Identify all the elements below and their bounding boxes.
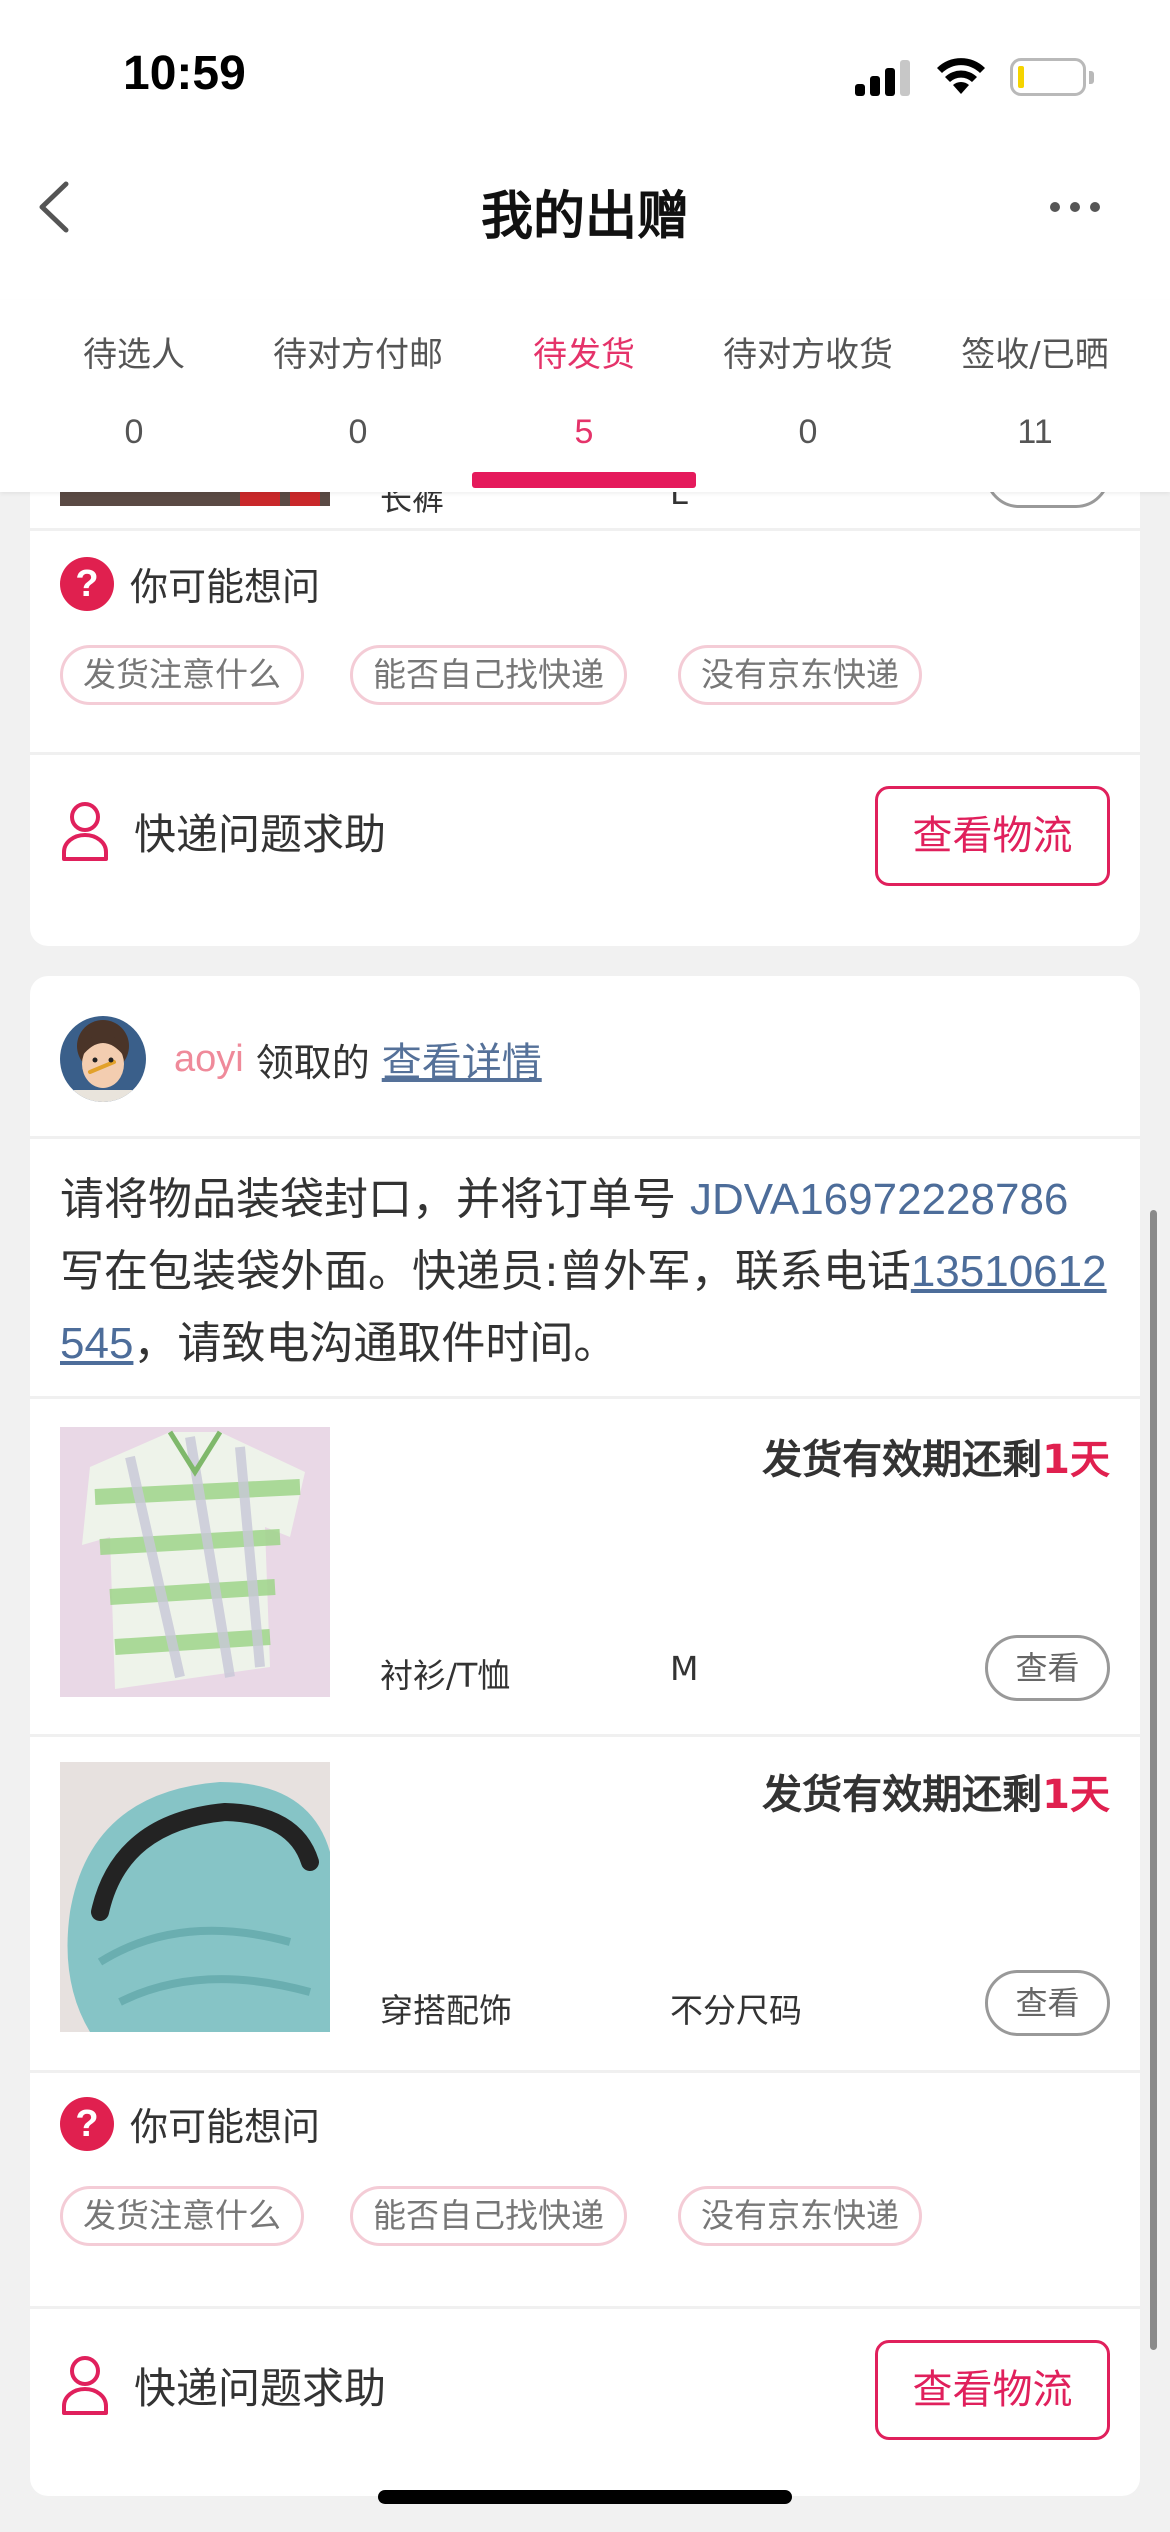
view-item-button[interactable]: 查看 <box>985 1635 1110 1701</box>
nav-bar: 我的出赠 <box>0 150 1170 300</box>
deadline-text: 发货有效期还剩 <box>762 1437 1043 1483</box>
tab-pending-receipt[interactable]: 待对方收货 0 <box>708 330 908 480</box>
item-thumbnail[interactable] <box>60 1762 330 2032</box>
deadline-days: 1天 <box>1042 1437 1110 1483</box>
tab-pending-shipment[interactable]: 待发货 5 <box>504 330 664 480</box>
tab-pending-select[interactable]: 待选人 0 <box>64 330 204 480</box>
item-size: L <box>670 492 688 512</box>
view-details-link[interactable]: 查看详情 <box>382 1030 542 1088</box>
shipping-deadline: 发货有效期还剩1天 <box>762 1762 1110 1820</box>
item-size: M <box>670 1649 699 1688</box>
divider <box>30 1136 1140 1139</box>
order-card: 长裤 L 查看 ? 你可能想问 发货注意什么 能否自己找快递 没有京东快递 快递… <box>30 492 1140 946</box>
tab-label: 待选人 <box>83 335 185 375</box>
faq-chip[interactable]: 没有京东快递 <box>678 2186 922 2246</box>
tab-count: 0 <box>124 413 144 451</box>
tab-label: 待对方付邮 <box>273 335 443 375</box>
item-size: 不分尺码 <box>670 1991 802 2030</box>
tab-label: 签收/已晒 <box>961 335 1109 375</box>
faq-chip[interactable]: 发货注意什么 <box>60 645 304 705</box>
tab-count: 11 <box>1017 413 1053 451</box>
person-icon <box>62 2356 108 2415</box>
faq-title: 你可能想问 <box>130 2105 321 2149</box>
faq-title: 你可能想问 <box>130 565 321 609</box>
page-title: 我的出赠 <box>480 187 689 247</box>
faq-chip[interactable]: 能否自己找快递 <box>350 2186 627 2246</box>
battery-icon <box>1010 58 1086 96</box>
view-logistics-button[interactable]: 查看物流 <box>875 786 1110 886</box>
recipient-username[interactable]: aoyi <box>174 1038 244 1081</box>
scrollbar[interactable] <box>1150 1210 1157 2350</box>
notice-text: 写在包装袋外面。快递员:曾外军，联系电话 <box>60 1246 911 1297</box>
tab-label: 待对方收货 <box>723 335 893 375</box>
item-thumbnail[interactable] <box>60 492 330 506</box>
order-number[interactable]: JDVA16972228786 <box>690 1175 1068 1224</box>
faq-header: ? 你可能想问 <box>60 556 320 611</box>
deadline-days: 1天 <box>1042 1772 1110 1818</box>
view-item-button[interactable]: 查看 <box>985 1970 1110 2036</box>
deadline-text: 发货有效期还剩 <box>762 1772 1043 1818</box>
avatar[interactable] <box>60 1016 146 1102</box>
view-item-button[interactable]: 查看 <box>985 492 1110 508</box>
status-tabs: 待选人 0 待对方付邮 0 待发货 5 待对方收货 0 签收/已晒 11 <box>0 300 1170 492</box>
shipping-deadline: 发货有效期还剩1天 <box>762 1427 1110 1485</box>
tab-signed-shared[interactable]: 签收/已晒 11 <box>950 330 1120 480</box>
cellular-signal-icon <box>855 56 915 96</box>
status-bar: 10:59 <box>0 0 1170 150</box>
home-indicator[interactable] <box>378 2490 792 2504</box>
person-icon <box>62 802 108 861</box>
tab-count: 0 <box>798 413 818 451</box>
shipping-help-row[interactable]: 快递问题求助 <box>60 800 386 862</box>
divider <box>30 752 1140 755</box>
tab-count: 5 <box>574 413 594 451</box>
more-options-icon[interactable] <box>1050 198 1110 218</box>
wifi-icon <box>937 58 985 94</box>
notice-text: 请将物品装袋封口，并将订单号 <box>60 1174 690 1225</box>
item-category: 穿搭配饰 <box>380 1991 512 2030</box>
divider <box>30 2070 1140 2073</box>
faq-chip[interactable]: 能否自己找快递 <box>350 645 627 705</box>
status-time: 10:59 <box>123 47 246 100</box>
order-list[interactable]: 长裤 L 查看 ? 你可能想问 发货注意什么 能否自己找快递 没有京东快递 快递… <box>0 492 1170 2532</box>
item-category: 衬衫/T恤 <box>380 1656 511 1695</box>
divider <box>30 2306 1140 2309</box>
shipping-help-label: 快递问题求助 <box>134 2363 387 2413</box>
tab-label: 待发货 <box>533 335 635 375</box>
tab-count: 0 <box>348 413 368 451</box>
divider <box>30 528 1140 531</box>
view-logistics-button[interactable]: 查看物流 <box>875 2340 1110 2440</box>
shipping-instructions: 请将物品装袋封口，并将订单号 JDVA16972228786 写在包装袋外面。快… <box>60 1164 1120 1380</box>
active-tab-indicator <box>472 472 696 488</box>
item-thumbnail[interactable] <box>60 1427 330 1697</box>
shipping-help-label: 快递问题求助 <box>134 809 387 859</box>
question-icon: ? <box>60 2096 114 2151</box>
battery-tip <box>1089 71 1094 84</box>
list-item: 发货有效期还剩1天 衬衫/T恤 M 查看 <box>30 1399 1140 1734</box>
question-icon: ? <box>60 556 114 611</box>
list-item: 发货有效期还剩1天 穿搭配饰 不分尺码 查看 <box>30 1734 1140 2069</box>
faq-header: ? 你可能想问 <box>60 2096 320 2151</box>
order-card: aoyi 领取的 查看详情 请将物品装袋封口，并将订单号 JDVA1697222… <box>30 976 1140 2496</box>
shipping-help-row[interactable]: 快递问题求助 <box>60 2354 386 2416</box>
recipient-row: aoyi 领取的 查看详情 <box>60 1016 542 1102</box>
faq-chip[interactable]: 没有京东快递 <box>678 645 922 705</box>
claim-label: 领取的 <box>255 1040 370 1085</box>
tab-pending-postage[interactable]: 待对方付邮 0 <box>258 330 458 480</box>
notice-text: ，请致电沟通取件时间。 <box>133 1318 618 1369</box>
item-category: 长裤 <box>380 492 445 518</box>
faq-chip[interactable]: 发货注意什么 <box>60 2186 304 2246</box>
